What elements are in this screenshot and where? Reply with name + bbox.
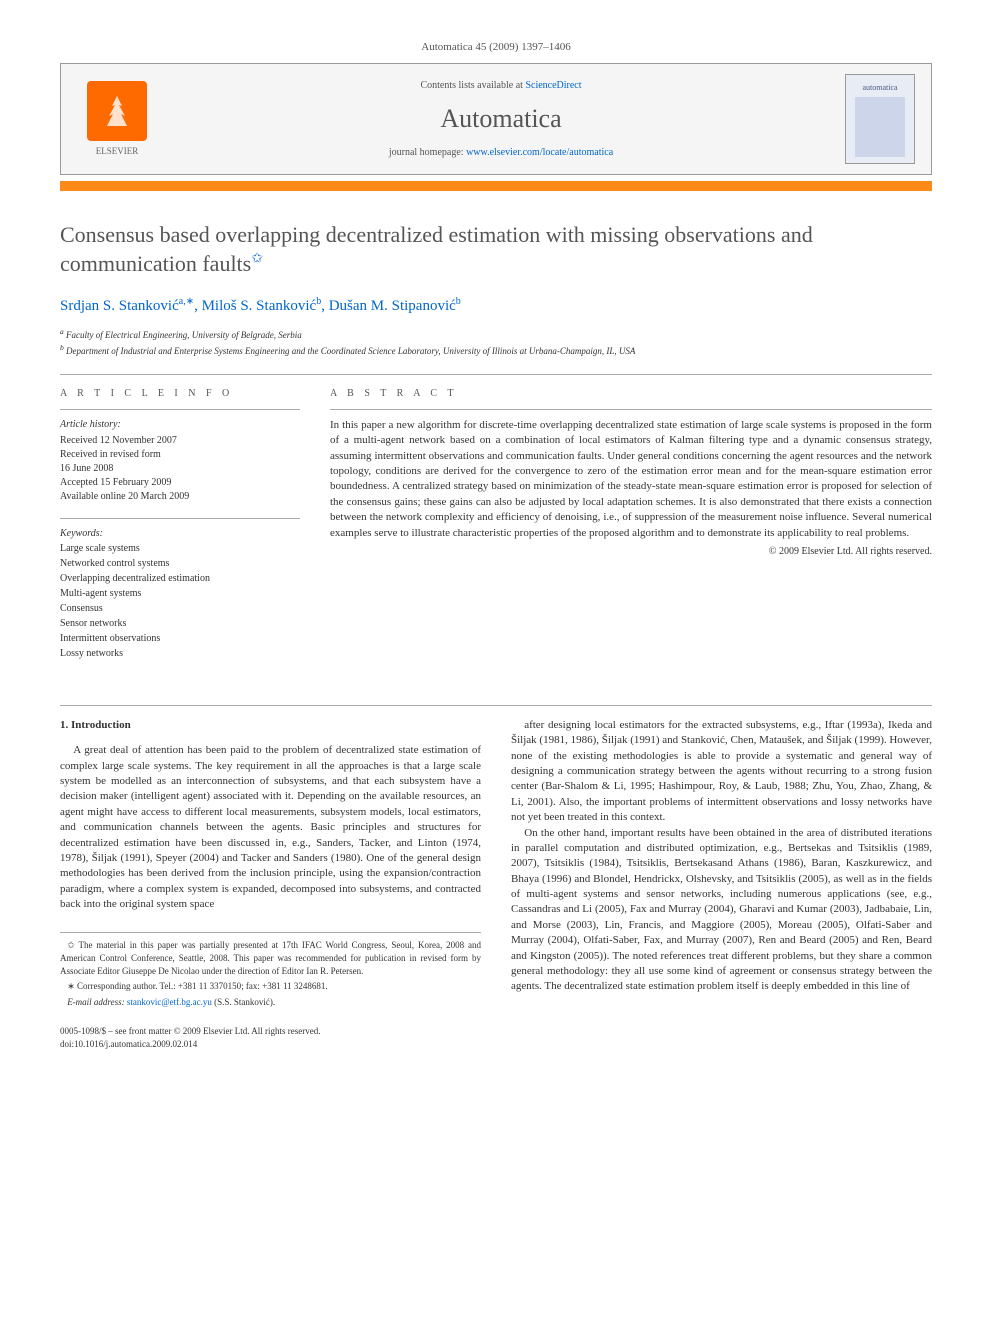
publisher-logo-block: ELSEVIER (77, 81, 157, 158)
homepage-line: journal homepage: www.elsevier.com/locat… (157, 146, 845, 160)
footnote-tail: (S.S. Stanković). (212, 997, 275, 1007)
keyword: Large scale systems (60, 542, 300, 556)
contents-prefix: Contents lists available at (420, 80, 525, 91)
left-column: 1. Introduction A great deal of attentio… (60, 718, 481, 1012)
journal-cover-thumb: automatica (845, 74, 915, 164)
history-line: Available online 20 March 2009 (60, 490, 300, 504)
author-list: Srdjan S. Stankovića,∗, Miloš S. Stankov… (60, 295, 932, 317)
keyword: Consensus (60, 602, 300, 616)
footnote-label: E-mail address: (67, 997, 124, 1007)
abstract-text: In this paper a new algorithm for discre… (330, 409, 932, 541)
history-line: Accepted 15 February 2009 (60, 476, 300, 490)
publisher-label: ELSEVIER (96, 145, 139, 158)
paragraph: after designing local estimators for the… (511, 718, 932, 826)
section-heading: 1. Introduction (60, 718, 481, 733)
homepage-link[interactable]: www.elsevier.com/locate/automatica (466, 147, 613, 158)
footnote: E-mail address: stankovic@etf.bg.ac.yu (… (60, 996, 481, 1009)
keyword: Networked control systems (60, 557, 300, 571)
author-link[interactable]: Miloš S. Stankovićb (202, 298, 322, 314)
history-heading: Article history: (60, 418, 300, 432)
title-footnote-mark[interactable]: ✩ (251, 252, 263, 267)
divider (60, 705, 932, 706)
email-link[interactable]: stankovic@etf.bg.ac.yu (127, 997, 212, 1007)
right-column: after designing local estimators for the… (511, 718, 932, 1012)
history-line: Received in revised form (60, 448, 300, 462)
affiliation: b Department of Industrial and Enterpris… (60, 343, 932, 358)
keyword: Intermittent observations (60, 632, 300, 646)
author-link[interactable]: Srdjan S. Stankovića,∗ (60, 298, 194, 314)
paragraph: A great deal of attention has been paid … (60, 743, 481, 912)
running-head: Automatica 45 (2009) 1397–1406 (60, 40, 932, 55)
footnotes: ✩ The material in this paper was partial… (60, 932, 481, 1008)
cover-image-icon (855, 97, 905, 157)
abstract-heading: A B S T R A C T (330, 387, 932, 401)
author-sup: b (316, 296, 321, 307)
paragraph: On the other hand, important results hav… (511, 826, 932, 995)
history-line: 16 June 2008 (60, 462, 300, 476)
affiliations: a Faculty of Electrical Engineering, Uni… (60, 327, 932, 358)
author-name: Miloš S. Stanković (202, 298, 317, 314)
orange-divider-bar (60, 181, 932, 191)
keyword: Multi-agent systems (60, 587, 300, 601)
author-sup: a,∗ (179, 296, 194, 307)
author-name: Dušan M. Stipanović (329, 298, 456, 314)
abstract-copyright: © 2009 Elsevier Ltd. All rights reserved… (330, 545, 932, 559)
elsevier-tree-icon (87, 81, 147, 141)
abstract-column: A B S T R A C T In this paper a new algo… (330, 387, 932, 675)
keyword: Overlapping decentralized estimation (60, 572, 300, 586)
footer-line: 0005-1098/$ – see front matter © 2009 El… (60, 1025, 932, 1038)
body-text: 1. Introduction A great deal of attentio… (60, 718, 932, 1012)
journal-name: Automatica (157, 101, 845, 137)
journal-banner: ELSEVIER Contents lists available at Sci… (60, 63, 932, 175)
affiliation: a Faculty of Electrical Engineering, Uni… (60, 327, 932, 342)
contents-line: Contents lists available at ScienceDirec… (157, 79, 845, 93)
author-link[interactable]: Dušan M. Stipanovićb (329, 298, 461, 314)
article-title: Consensus based overlapping decentralize… (60, 221, 932, 278)
divider (60, 374, 932, 375)
page-footer: 0005-1098/$ – see front matter © 2009 El… (60, 1025, 932, 1050)
author-sup: b (456, 296, 461, 307)
info-heading: A R T I C L E I N F O (60, 387, 300, 401)
history-line: Received 12 November 2007 (60, 434, 300, 448)
homepage-prefix: journal homepage: (389, 147, 466, 158)
cover-label: automatica (862, 82, 897, 93)
footnote: ✩ The material in this paper was partial… (60, 939, 481, 977)
footnote: ∗ Corresponding author. Tel.: +381 11 33… (60, 980, 481, 993)
keyword: Lossy networks (60, 647, 300, 661)
keywords-heading: Keywords: (60, 527, 300, 541)
keyword: Sensor networks (60, 617, 300, 631)
author-name: Srdjan S. Stanković (60, 298, 179, 314)
doi-link[interactable]: doi:10.1016/j.automatica.2009.02.014 (60, 1038, 932, 1051)
sciencedirect-link[interactable]: ScienceDirect (525, 80, 581, 91)
title-text: Consensus based overlapping decentralize… (60, 222, 813, 276)
article-info-column: A R T I C L E I N F O Article history: R… (60, 387, 300, 675)
